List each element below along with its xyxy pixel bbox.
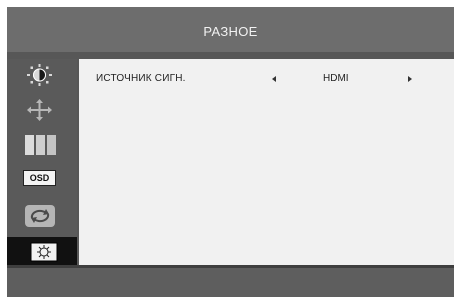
sidebar-item-brightness[interactable] (17, 64, 62, 86)
menu-title: РАЗНОЕ (7, 7, 454, 52)
osd-icon: OSD (23, 170, 56, 186)
menu-content: ИСТОЧНИК СИГН. HDMI (79, 59, 454, 267)
sidebar-item-position[interactable] (17, 99, 62, 121)
color-bars-icon (25, 135, 56, 155)
input-source-value[interactable]: HDMI (323, 73, 349, 84)
settings-gear-icon (30, 242, 58, 262)
right-arrow-icon[interactable] (408, 76, 412, 82)
sidebar-item-reset[interactable] (17, 205, 62, 227)
menu-sidebar: OSD (7, 59, 77, 269)
sidebar-item-color[interactable] (17, 134, 62, 156)
left-arrow-icon[interactable] (272, 76, 276, 82)
sidebar-item-settings[interactable] (7, 237, 77, 267)
reset-icon (25, 205, 55, 227)
osd-menu: РАЗНОЕ OSD ИСТОЧНИК СИГН. HDMI (7, 7, 454, 297)
menu-footer (7, 268, 454, 297)
brightness-icon (27, 64, 52, 86)
input-source-label: ИСТОЧНИК СИГН. (96, 73, 186, 84)
sidebar-item-osd[interactable]: OSD (23, 170, 68, 192)
position-icon (27, 99, 52, 121)
